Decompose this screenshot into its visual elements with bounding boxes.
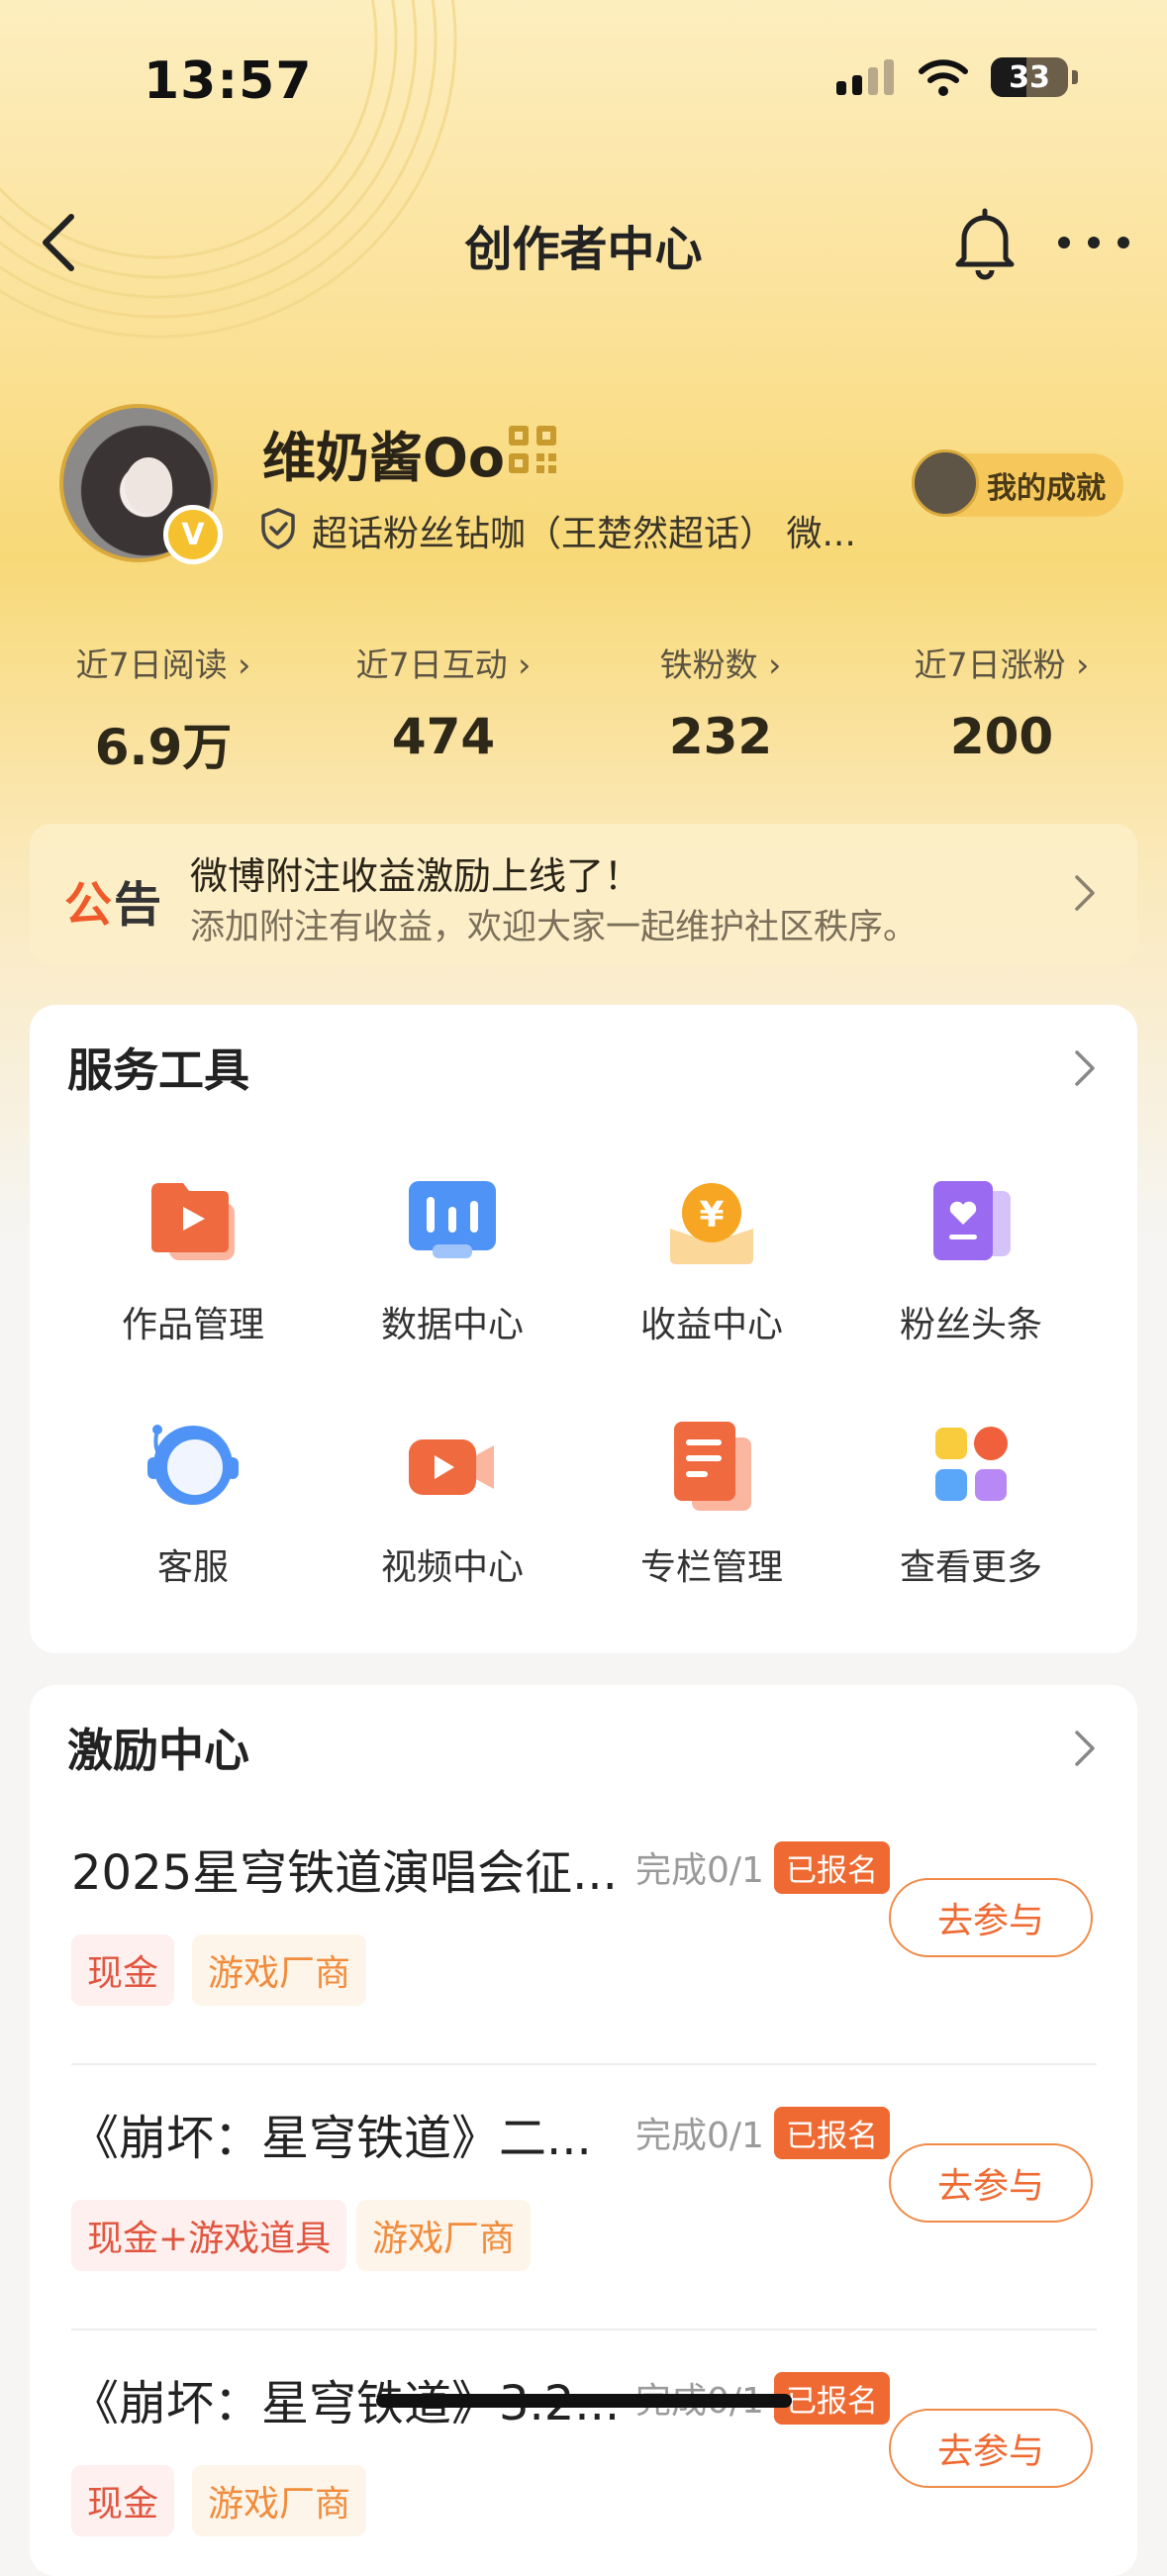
- tool-label: 数据中心: [380, 1305, 524, 1345]
- incentive-center-title: 激励中心: [67, 1724, 249, 1777]
- enrolled-badge: 已报名: [774, 1841, 890, 1894]
- home-indicator[interactable]: [376, 2394, 792, 2408]
- incentive-title: 《崩坏：星穹铁道》二...: [71, 2111, 592, 2166]
- stat-value: 6.9万: [94, 719, 233, 776]
- tool-column-management[interactable]: 专栏管理: [582, 1416, 841, 1590]
- signal-icon: [836, 59, 894, 95]
- tool-customer-service[interactable]: 客服: [63, 1416, 323, 1590]
- enrolled-badge: 已报名: [774, 2107, 890, 2159]
- username[interactable]: 维奶酱Oo: [262, 414, 505, 492]
- announcement-tag-part2: 告: [114, 877, 164, 933]
- tool-label: 查看更多: [899, 1547, 1042, 1588]
- column-management-icon: [674, 1422, 751, 1511]
- tool-label: 粉丝头条: [899, 1305, 1042, 1345]
- incentive-item[interactable]: 《崩坏：星穹铁道》二... 完成0/1 已报名 现金+游戏道具 游戏厂商 去参与: [71, 2099, 1111, 2271]
- stat-weekly-reads[interactable]: 近7日阅读 › 6.9万: [35, 639, 292, 779]
- service-tools-card: 服务工具 作品管理 数据中心 ¥ 收益中心 粉丝头条 客服 视频中心 专栏管理 …: [30, 1005, 1137, 1653]
- status-icons: 33: [834, 57, 1078, 97]
- incentive-title: 2025星穹铁道演唱会征...: [71, 1845, 618, 1901]
- tool-label: 视频中心: [380, 1547, 524, 1588]
- stat-label: 铁粉数: [659, 645, 758, 684]
- chevron-right-icon[interactable]: [1072, 1046, 1098, 1090]
- incentive-item[interactable]: 2025星穹铁道演唱会征... 完成0/1 已报名 现金 游戏厂商 去参与: [71, 1833, 1111, 2006]
- divider: [71, 2063, 1097, 2065]
- tool-label: 作品管理: [121, 1305, 264, 1345]
- sponsor-tag: 游戏厂商: [192, 1934, 367, 2006]
- announcement-tag: 公告: [64, 865, 163, 935]
- incentive-item[interactable]: 《崩坏：星穹铁道》3.2... 完成0/1 已报名 现金 游戏厂商 去参与: [71, 2364, 1111, 2536]
- video-center-icon: [409, 1439, 494, 1495]
- stat-weekly-new-fans[interactable]: 近7日涨粉 › 200: [873, 639, 1130, 765]
- incentive-progress: 完成0/1: [635, 2116, 764, 2156]
- reward-tag: 现金: [71, 2465, 175, 2536]
- works-management-icon: [151, 1183, 235, 1260]
- more-apps-icon: [935, 1427, 1008, 1501]
- join-button[interactable]: 去参与: [889, 2143, 1093, 2223]
- battery-level: 33: [1009, 59, 1050, 95]
- stat-label: 近7日互动: [355, 645, 508, 684]
- incentive-progress: 完成0/1: [635, 1850, 764, 1891]
- stat-weekly-interactions[interactable]: 近7日互动 › 474: [315, 639, 572, 765]
- chevron-right-icon: [1075, 875, 1095, 911]
- tool-label: 专栏管理: [639, 1547, 783, 1588]
- reward-tag: 现金: [71, 1934, 175, 2006]
- more-icon[interactable]: [1054, 223, 1133, 262]
- join-button[interactable]: 去参与: [889, 2409, 1093, 2488]
- qr-code-icon[interactable]: [507, 424, 558, 475]
- stat-value: 474: [391, 708, 496, 765]
- stat-label: 近7日阅读: [75, 645, 228, 684]
- stat-label: 近7日涨粉: [914, 645, 1066, 684]
- sponsor-tag: 游戏厂商: [356, 2200, 532, 2271]
- fan-headline-icon: [933, 1181, 1011, 1260]
- revenue-center-icon: ¥: [670, 1183, 753, 1264]
- announcement-banner[interactable]: 公告 微博附注收益激励上线了！ 添加附注有收益，欢迎大家一起维护社区秩序。: [30, 824, 1137, 964]
- bell-icon[interactable]: [950, 203, 1020, 282]
- join-button[interactable]: 去参与: [889, 1878, 1093, 1957]
- stat-value: 232: [668, 708, 773, 765]
- divider: [71, 2328, 1097, 2330]
- status-time: 13:57: [144, 51, 313, 111]
- tool-revenue-center[interactable]: ¥ 收益中心: [582, 1173, 841, 1347]
- verified-badge-icon: V: [163, 505, 223, 564]
- achievement-button[interactable]: 我的成就: [912, 449, 1123, 517]
- service-tools-title: 服务工具: [67, 1043, 249, 1097]
- tool-view-more[interactable]: 查看更多: [841, 1416, 1101, 1590]
- announcement-subtitle: 添加附注有收益，欢迎大家一起维护社区秩序。: [190, 908, 919, 947]
- achievement-icon: [912, 449, 979, 517]
- announcement-title: 微博附注收益激励上线了！: [190, 854, 642, 898]
- stat-iron-fans[interactable]: 铁粉数 › 232: [592, 639, 849, 765]
- tool-label: 客服: [156, 1547, 229, 1588]
- battery-tip: [1072, 70, 1078, 84]
- reward-tag: 现金+游戏道具: [71, 2200, 347, 2271]
- fan-status-text[interactable]: 超话粉丝钻咖（王楚然超话） 微...: [312, 505, 906, 556]
- customer-service-icon: [147, 1425, 239, 1505]
- tool-fan-headline[interactable]: 粉丝头条: [841, 1173, 1101, 1347]
- data-center-icon: [409, 1181, 496, 1258]
- battery-icon: 33: [991, 57, 1068, 97]
- wifi-icon: [919, 59, 968, 96]
- tool-data-center[interactable]: 数据中心: [323, 1173, 582, 1347]
- stat-value: 200: [949, 708, 1054, 765]
- tool-works-management[interactable]: 作品管理: [63, 1173, 323, 1347]
- announcement-tag-part1: 公: [64, 877, 115, 933]
- incentive-center-card: 激励中心 2025星穹铁道演唱会征... 完成0/1 已报名 现金 游戏厂商 去…: [30, 1685, 1137, 2576]
- achievement-label: 我的成就: [987, 471, 1106, 506]
- shield-icon: [261, 508, 295, 549]
- tool-video-center[interactable]: 视频中心: [323, 1416, 582, 1590]
- svg-text:¥: ¥: [699, 1195, 724, 1236]
- chevron-right-icon[interactable]: [1072, 1727, 1098, 1770]
- tool-label: 收益中心: [639, 1305, 783, 1345]
- sponsor-tag: 游戏厂商: [192, 2465, 367, 2536]
